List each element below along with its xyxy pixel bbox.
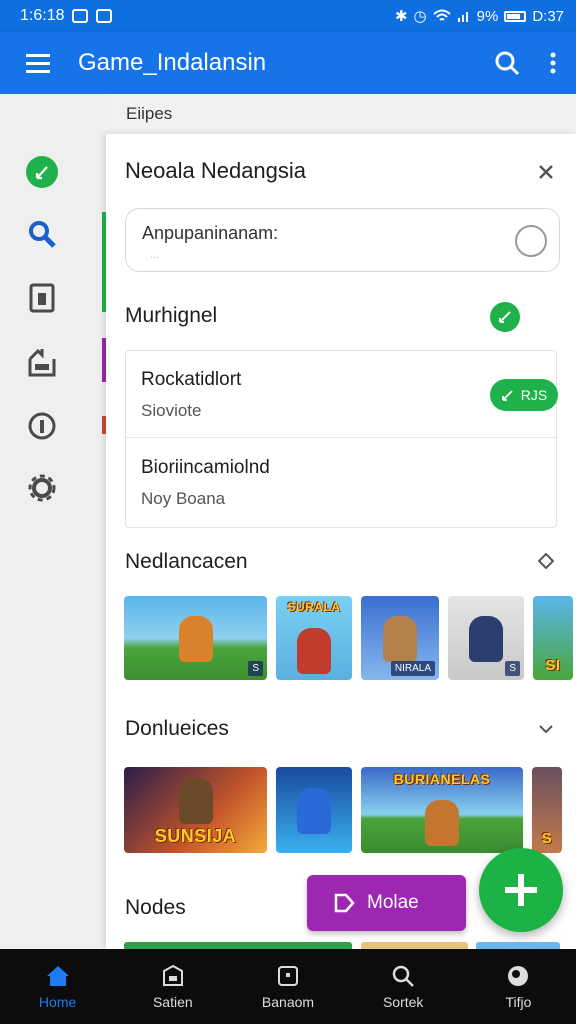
notification-icon <box>72 9 89 23</box>
nav-home[interactable]: Home <box>0 949 115 1024</box>
game-thumbnail-peek <box>124 942 352 949</box>
profile-icon <box>508 965 529 986</box>
toggle-label: Murhignel <box>125 304 218 327</box>
radio-button[interactable] <box>515 225 547 257</box>
extended-fab-label: Molae <box>367 892 419 913</box>
game-thumbnail[interactable] <box>276 767 352 853</box>
background-header: Eiipes <box>106 94 576 134</box>
edit-check-icon[interactable] <box>22 152 62 192</box>
input-label: Anpupaninanam: <box>142 223 279 243</box>
card-row-1-title: Rockatidlort <box>141 369 242 390</box>
alarm-icon: ◷ <box>413 8 427 25</box>
card-row-2-subtitle: Noy Boana <box>141 489 226 508</box>
bottom-sheet: Neoala Nedangsia Anpupaninanam: ... Murh… <box>106 134 576 949</box>
plus-icon <box>505 874 537 906</box>
signal-icon <box>457 12 468 22</box>
battery-icon <box>504 10 527 22</box>
status-pill[interactable]: RJS <box>490 379 558 411</box>
game-banner: SUNSIJA <box>154 826 237 846</box>
card-row-1[interactable]: Rockatidlort Sioviote <box>141 369 241 421</box>
nav-profile[interactable]: Tifjo <box>461 949 576 1024</box>
game-thumbnail[interactable]: S <box>532 767 562 853</box>
home-icon <box>46 965 69 986</box>
game-banner: S <box>541 830 553 847</box>
app-bar: Game_Indalansin <box>0 32 576 94</box>
game-badge: S <box>505 661 520 676</box>
game-thumbnail[interactable]: SI <box>533 596 573 680</box>
edit-icon <box>501 390 513 401</box>
nav-label: Sortek <box>382 993 424 1010</box>
background-label: Eiipes <box>126 104 173 123</box>
extended-fab[interactable]: Molae <box>307 875 466 931</box>
card-divider <box>126 437 558 438</box>
tag-icon <box>334 893 355 913</box>
game-thumbnail[interactable]: S <box>124 596 267 680</box>
nav-label: Satien <box>152 993 193 1010</box>
document-icon[interactable] <box>22 278 62 318</box>
sheet-title: Neoala Nedangsia <box>125 158 307 183</box>
game-thumbnail[interactable]: BURIANELAS <box>361 767 523 853</box>
navigation-rail <box>0 94 106 949</box>
input-placeholder: ... <box>150 249 160 261</box>
status-pill-label: RJS <box>520 387 548 403</box>
status-time: 1:6:18 <box>20 7 65 24</box>
more-vert-icon[interactable] <box>530 32 576 94</box>
game-badge: S <box>248 661 263 676</box>
status-bar: 1:6:18 ✱ ◷ 9% D:37 <box>0 0 576 32</box>
store-icon <box>162 964 183 986</box>
nav-label: Banaom <box>261 993 315 1010</box>
game-thumbnail[interactable]: SUNSIJA <box>124 767 267 853</box>
info-icon[interactable] <box>22 406 62 446</box>
game-banner: SI <box>545 657 561 674</box>
nav-library[interactable]: Banaom <box>230 949 345 1024</box>
games-row-2: SUNSIJA BURIANELAS S <box>124 767 562 853</box>
search-icon <box>392 965 415 987</box>
nav-label: Home <box>38 993 77 1010</box>
add-fab[interactable] <box>479 848 563 932</box>
game-thumbnail-peek <box>476 942 560 949</box>
bottom-navigation: Home Satien Banaom Sortek Tifjo <box>0 949 576 1024</box>
check-toggle-icon[interactable] <box>490 302 520 332</box>
games-row-1: S SURALA NIRALA S SI <box>124 596 573 680</box>
home-box-icon[interactable] <box>22 342 62 382</box>
nav-store[interactable]: Satien <box>115 949 230 1024</box>
search-icon[interactable] <box>22 214 62 254</box>
chevron-down-icon[interactable] <box>538 721 554 737</box>
name-input[interactable]: Anpupaninanam: ... <box>125 208 560 272</box>
card-row-2-title: Bioriincamiolnd <box>141 457 270 478</box>
nav-label: Tifjo <box>505 993 532 1010</box>
settings-icon[interactable] <box>22 468 62 508</box>
bluetooth-icon: ✱ <box>394 8 408 25</box>
nav-search[interactable]: Sortek <box>346 949 461 1024</box>
menu-icon[interactable] <box>0 32 78 94</box>
battery-percent: 9% <box>476 7 499 25</box>
section-3-title: Nodes <box>125 896 186 919</box>
message-icon <box>96 9 113 23</box>
game-thumbnail-peek <box>361 942 468 949</box>
game-badge: NIRALA <box>390 661 435 676</box>
game-thumbnail[interactable]: SURALA <box>276 596 352 680</box>
section-2-title: Donlueices <box>125 717 229 740</box>
diamond-icon[interactable] <box>537 552 555 570</box>
status-clock: D:37 <box>532 7 564 25</box>
wifi-icon <box>432 9 451 21</box>
app-title: Game_Indalansin <box>78 49 267 76</box>
close-icon[interactable] <box>534 160 558 184</box>
game-thumbnail[interactable]: S <box>448 596 524 680</box>
search-icon[interactable] <box>484 32 530 94</box>
section-1-title: Nedlancacen <box>125 550 248 573</box>
library-icon <box>278 965 298 986</box>
details-card: Rockatidlort Sioviote RJS Bioriincamioln… <box>125 350 558 528</box>
card-row-2[interactable]: Bioriincamiolnd Noy Boana <box>141 457 270 509</box>
game-thumbnail[interactable]: NIRALA <box>361 596 439 680</box>
game-banner: SURALA <box>287 600 341 614</box>
game-banner: BURIANELAS <box>393 771 491 787</box>
card-row-1-subtitle: Sioviote <box>141 401 202 420</box>
